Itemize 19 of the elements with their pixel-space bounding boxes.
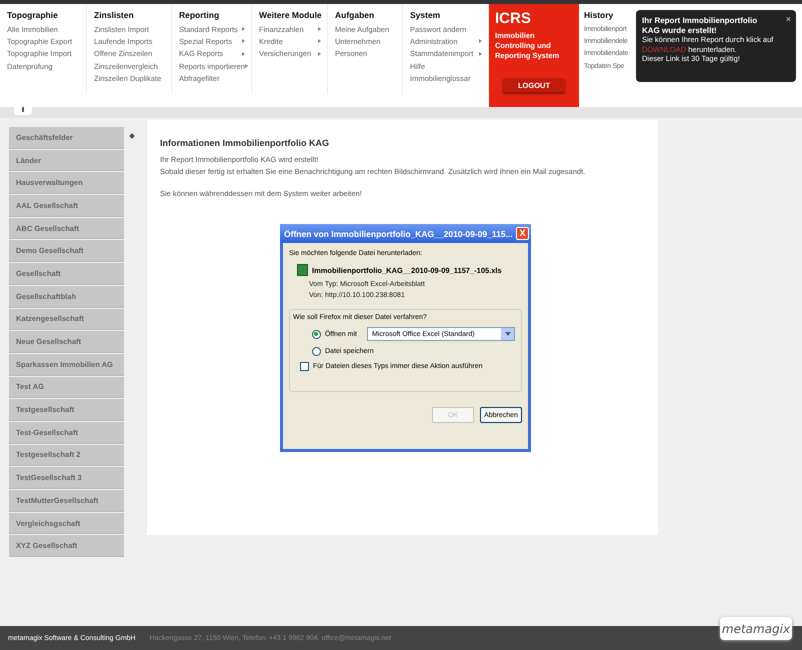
collapse-tab[interactable] xyxy=(14,107,32,115)
radio-button[interactable] xyxy=(312,347,321,356)
menu-heading[interactable]: History xyxy=(584,10,614,20)
radio-button[interactable] xyxy=(312,330,321,338)
menu-heading[interactable]: Topographie xyxy=(7,10,86,20)
brand-title: ICRS xyxy=(495,10,532,27)
close-button[interactable]: × xyxy=(786,15,791,24)
menu-heading[interactable]: Weitere Module xyxy=(259,10,327,20)
notification-title: Ihr Report Immobilienportfolio KAG wurde erstellt! xyxy=(642,16,758,35)
menu-heading[interactable]: Zinslisten xyxy=(94,10,171,20)
spreadsheet-file-icon xyxy=(297,264,308,276)
menu-heading[interactable]: Reporting xyxy=(179,10,251,20)
dialog-title: Öffnen von Immobilienportfolio_KAG__2010-09-09_115... xyxy=(284,228,513,238)
close-button[interactable]: X xyxy=(516,227,529,240)
company-logo: metamagix xyxy=(720,617,792,640)
panel-title: Informationen Immobilienportfolio KAG xyxy=(160,138,330,148)
checkbox[interactable] xyxy=(300,362,309,371)
menu-heading[interactable]: System xyxy=(410,10,488,20)
menu-heading[interactable]: Aufgaben xyxy=(335,10,402,20)
